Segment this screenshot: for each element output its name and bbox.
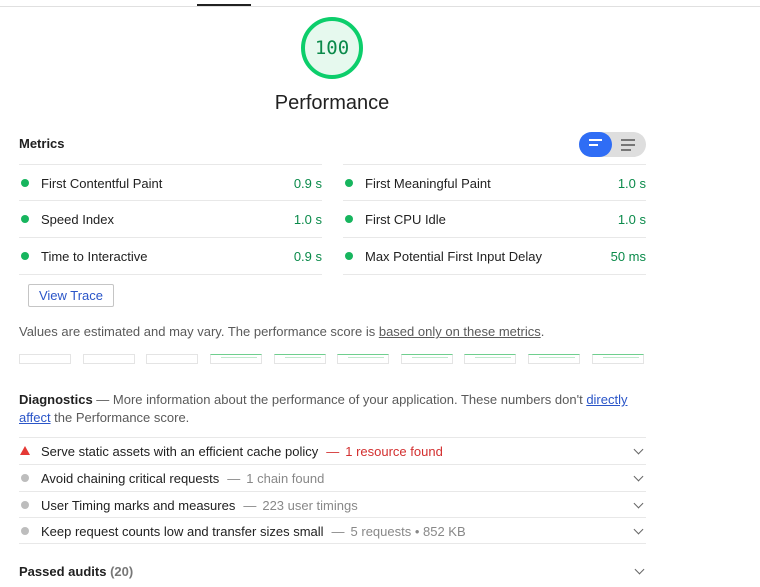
score-value: 100: [314, 37, 350, 59]
audit-separator: —: [331, 523, 345, 539]
filmstrip-frame: [592, 354, 644, 364]
metric-row: First Meaningful Paint 1.0 s: [343, 164, 646, 201]
metric-row: First Contentful Paint 0.9 s: [19, 164, 322, 201]
metric-label: Time to Interactive: [41, 248, 148, 264]
diagnostics-desc-end: the Performance score.: [50, 410, 190, 425]
filmstrip-frame: [83, 354, 135, 364]
metrics-divider: [343, 274, 646, 275]
diagnostics-desc: — More information about the performance…: [92, 392, 587, 407]
metric-value: 1.0 s: [293, 211, 322, 227]
expanded-list-icon[interactable]: [621, 139, 635, 154]
filmstrip-frame: [337, 354, 389, 364]
audit-title: Keep request counts low and transfer siz…: [41, 523, 324, 539]
metric-label: First CPU Idle: [365, 211, 446, 227]
audit-separator: —: [227, 470, 241, 486]
audit-summary: 223 user timings: [262, 497, 358, 513]
audit-row[interactable]: User Timing marks and measures — 223 use…: [19, 491, 646, 518]
estimate-note: Values are estimated and may vary. The p…: [19, 324, 544, 339]
diagnostics-description: Diagnostics — More information about the…: [19, 391, 629, 427]
pass-dot-icon: [345, 215, 353, 223]
audit-separator: —: [326, 443, 340, 459]
passed-audits-toggle[interactable]: Passed audits (20): [19, 564, 133, 579]
filmstrip-frame: [401, 354, 453, 364]
metric-value: 1.0 s: [617, 211, 646, 227]
audit-summary: 5 requests • 852 KB: [350, 523, 466, 539]
top-divider: [0, 6, 760, 7]
metrics-divider: [19, 274, 322, 275]
view-trace-button[interactable]: View Trace: [28, 284, 114, 307]
note-end: .: [540, 324, 545, 339]
metric-row: Max Potential First Input Delay 50 ms: [343, 237, 646, 274]
metric-row: First CPU Idle 1.0 s: [343, 200, 646, 237]
audit-summary: 1 chain found: [246, 470, 325, 486]
pass-dot-icon: [21, 215, 29, 223]
audit-row[interactable]: Serve static assets with an efficient ca…: [19, 437, 646, 464]
metric-label: First Contentful Paint: [41, 175, 163, 191]
audit-row[interactable]: Avoid chaining critical requests — 1 cha…: [19, 464, 646, 491]
metric-value: 0.9 s: [293, 175, 322, 191]
filmstrip-frame: [210, 354, 262, 364]
diagnostics-heading: Diagnostics: [19, 392, 93, 407]
metric-label: Speed Index: [41, 211, 115, 227]
pass-dot-icon: [21, 252, 29, 260]
metric-label: Max Potential First Input Delay: [365, 248, 543, 264]
filmstrip-frame: [146, 354, 198, 364]
filmstrip-frame: [19, 354, 71, 364]
pass-dot-icon: [21, 179, 29, 187]
metric-row: Time to Interactive 0.9 s: [19, 237, 322, 274]
audit-title: User Timing marks and measures: [41, 497, 236, 513]
audit-title: Avoid chaining critical requests: [41, 470, 220, 486]
note-text: Values are estimated and may vary. The p…: [19, 324, 379, 339]
chevron-down-icon[interactable]: [634, 564, 645, 575]
audit-row[interactable]: Keep request counts low and transfer siz…: [19, 517, 646, 544]
passed-audits-label: Passed audits: [19, 564, 107, 579]
metric-value: 50 ms: [610, 248, 646, 264]
audit-separator: —: [243, 497, 257, 513]
filmstrip-frame: [464, 354, 516, 364]
filmstrip-frame: [274, 354, 326, 364]
info-dot-icon: [19, 526, 35, 536]
info-dot-icon: [19, 500, 35, 510]
filmstrip-frame: [528, 354, 580, 364]
active-tab-indicator: [197, 4, 251, 6]
metric-row: Speed Index 1.0 s: [19, 200, 322, 237]
pass-dot-icon: [345, 252, 353, 260]
metrics-view-toggle[interactable]: [579, 132, 646, 157]
metrics-heading: Metrics: [19, 136, 65, 151]
pass-dot-icon: [345, 179, 353, 187]
metric-label: First Meaningful Paint: [365, 175, 491, 191]
info-dot-icon: [19, 473, 35, 483]
metrics-info-link[interactable]: based only on these metrics: [379, 324, 541, 339]
category-title: Performance: [274, 92, 390, 114]
audit-summary: 1 resource found: [345, 443, 443, 459]
audit-title: Serve static assets with an efficient ca…: [41, 443, 319, 459]
passed-audits-count: (20): [110, 564, 134, 579]
diagnostics-divider: [19, 543, 646, 544]
warning-triangle-icon: [19, 446, 35, 456]
metric-value: 1.0 s: [617, 175, 646, 191]
compact-list-icon: [589, 139, 602, 149]
metric-value: 0.9 s: [293, 248, 322, 264]
